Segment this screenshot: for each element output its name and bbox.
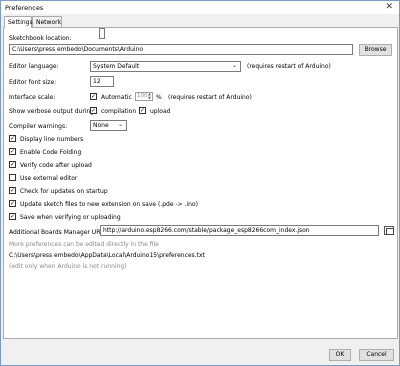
tab-settings[interactable]: Settings (4, 16, 33, 28)
save-on-verify-checkbox[interactable]: ✓ (9, 213, 16, 220)
compiler-warnings-select[interactable]: None ⌄ (90, 120, 127, 131)
settings-panel: Sketchbook location: C:\Users\press embe… (3, 27, 398, 339)
preferences-window: Preferences ✕ Settings Network Sketchboo… (0, 0, 400, 366)
font-size-input[interactable]: 12 (90, 76, 114, 87)
code-folding-checkbox[interactable]: ✓ (9, 148, 16, 155)
verbose-output-label: Show verbose output during: (9, 108, 97, 115)
interface-scale-label: Interface scale: (9, 94, 56, 101)
editor-language-select[interactable]: System Default ⌄ (90, 61, 241, 72)
line-numbers-checkbox[interactable]: ✓ (9, 135, 16, 142)
language-restart-note: (requires restart of Arduino) (247, 63, 331, 70)
boards-manager-label: Additional Boards Manager URLs: (9, 229, 109, 236)
compilation-checkbox[interactable]: ✓ (90, 107, 97, 114)
compiler-warnings-value: None (93, 122, 109, 129)
update-extension-checkbox[interactable]: ✓ (9, 200, 16, 207)
save-on-verify-label: Save when verifying or uploading (20, 214, 121, 221)
scale-unit: % (156, 94, 162, 101)
sketchbook-path-input[interactable]: C:\Users\press embedo\Documents\Arduino (9, 44, 353, 55)
compiler-warnings-label: Compiler warnings: (9, 123, 68, 130)
font-size-label: Editor font size: (9, 79, 57, 86)
external-editor-checkbox[interactable] (9, 174, 16, 181)
edit-only-note: (edit only when Arduino is not running) (9, 263, 127, 270)
boards-manager-urls-input[interactable]: http://arduino.esp8266.com/stable/packag… (100, 225, 379, 236)
editor-language-value: System Default (93, 63, 140, 70)
verify-upload-label: Verify code after upload (20, 162, 92, 169)
spinner-arrows-icon[interactable]: ▲ ▼ (147, 92, 152, 100)
browse-button[interactable]: Browse (359, 44, 392, 56)
preferences-file-path: C:\Users\press embedo\AppData\Local\Ardu… (9, 252, 205, 259)
external-editor-label: Use external editor (20, 175, 78, 182)
check-updates-label: Check for updates on startup (20, 188, 108, 195)
scale-restart-note: (requires restart of Arduino) (168, 94, 252, 101)
line-numbers-label: Display line numbers (20, 136, 84, 143)
editor-language-label: Editor language: (9, 63, 59, 70)
compilation-label: compilation (101, 108, 137, 115)
scale-spinner[interactable]: 100 ▲ ▼ (135, 92, 153, 101)
code-folding-label: Enable Code Folding (20, 149, 82, 156)
cancel-button[interactable]: Cancel (359, 349, 394, 361)
scale-value: 100 (137, 93, 148, 99)
window-title: Preferences (5, 4, 44, 12)
chevron-down-icon: ⌄ (231, 62, 237, 69)
automatic-scale-label: Automatic (101, 94, 132, 101)
ok-button[interactable]: OK (329, 349, 351, 361)
update-extension-label: Update sketch files to new extension on … (20, 201, 198, 208)
title-bar: Preferences ✕ (1, 1, 399, 14)
check-updates-checkbox[interactable]: ✓ (9, 187, 16, 194)
upload-label: upload (150, 108, 171, 115)
spacer (99, 28, 105, 39)
sketchbook-label: Sketchbook location: (9, 35, 72, 42)
automatic-scale-checkbox[interactable]: ✓ (90, 93, 97, 100)
close-icon[interactable]: ✕ (385, 2, 393, 12)
upload-checkbox[interactable]: ✓ (139, 107, 146, 114)
verify-upload-checkbox[interactable]: ✓ (9, 161, 16, 168)
more-preferences-hint: More preferences can be edited directly … (9, 241, 159, 248)
chevron-down-icon: ⌄ (117, 121, 123, 128)
open-window-icon[interactable] (384, 226, 394, 235)
tab-network[interactable]: Network (32, 16, 62, 27)
